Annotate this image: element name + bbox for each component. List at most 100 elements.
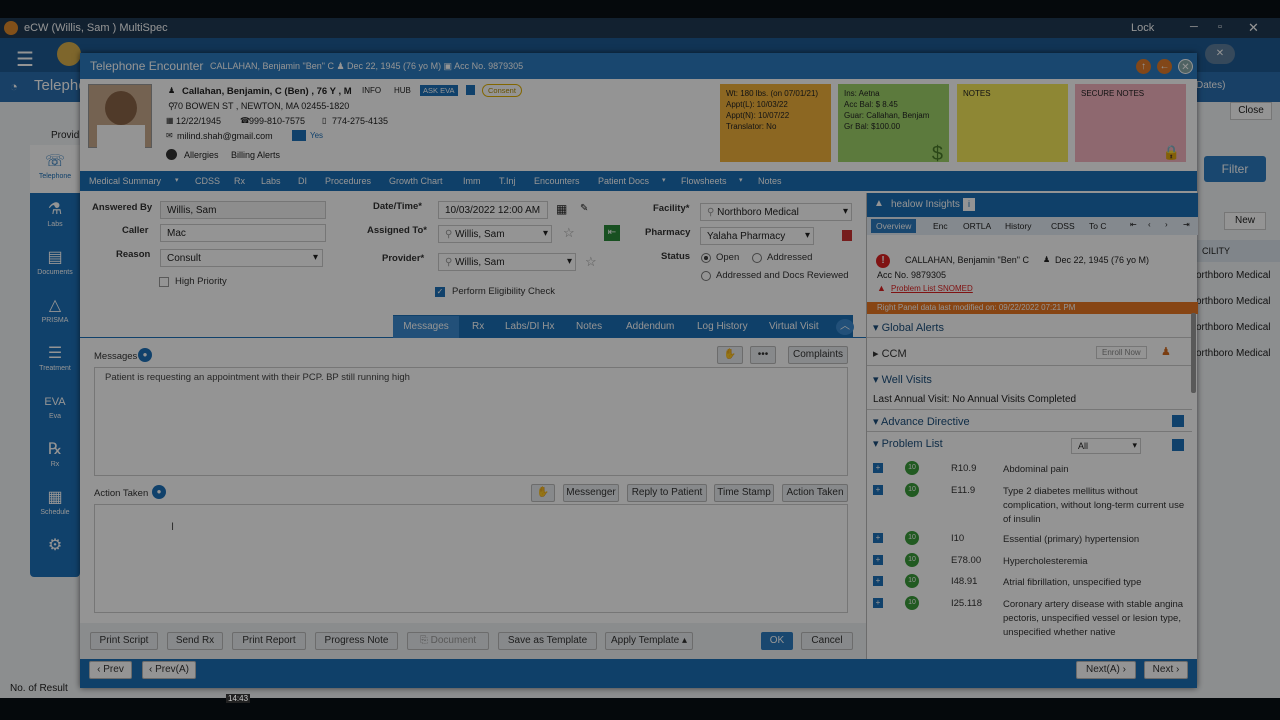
more-options-icon[interactable]: ••• xyxy=(750,346,776,364)
status-docs-radio[interactable] xyxy=(701,271,711,281)
time-stamp-button[interactable]: Time Stamp xyxy=(714,484,774,502)
chevron-down-icon[interactable]: ▾ xyxy=(662,176,666,184)
next-button[interactable]: Next › xyxy=(1144,661,1188,679)
window-close-icon[interactable]: ✕ xyxy=(1248,20,1259,36)
patient-phone-2[interactable]: 774-275-4135 xyxy=(332,116,388,126)
send-rx-button[interactable]: Send Rx xyxy=(167,632,223,650)
tab-flowsheets[interactable]: Flowsheets xyxy=(681,176,727,186)
info-link[interactable]: INFO xyxy=(362,86,381,95)
well-visits-header[interactable]: ▾ Well Visits xyxy=(873,373,932,386)
tab-cdss[interactable]: CDSS xyxy=(195,176,220,186)
lock-link[interactable]: Lock xyxy=(1131,22,1154,34)
answered-by-field[interactable]: Willis, Sam xyxy=(160,201,326,219)
next-page-icon[interactable]: › xyxy=(1165,220,1168,229)
tab-medical-summary[interactable]: Medical Summary xyxy=(89,176,161,186)
provider-select[interactable]: ⚲ Willis, Sam ▾ xyxy=(438,253,576,271)
expand-icon[interactable]: + xyxy=(873,598,883,608)
bg-close-button[interactable]: Close xyxy=(1230,102,1272,120)
nav-labs[interactable]: ⚗ Labs xyxy=(30,193,80,241)
edit-pencil-icon[interactable]: ✎ xyxy=(580,203,588,214)
global-alerts-header[interactable]: ▾ Global Alerts xyxy=(873,321,944,334)
billing-alerts-link[interactable]: Billing Alerts xyxy=(231,150,280,160)
pharmacy-select[interactable]: Yalaha Pharmacy ▾ xyxy=(700,227,814,245)
insights-tab-overview[interactable]: Overview xyxy=(871,219,917,233)
maximize-icon[interactable]: ▫ xyxy=(1218,21,1222,33)
favorite-star-icon[interactable]: ☆ xyxy=(563,225,575,241)
print-report-button[interactable]: Print Report xyxy=(232,632,306,650)
insights-tab-history[interactable]: History xyxy=(1005,221,1031,231)
tab-di[interactable]: DI xyxy=(298,176,307,186)
collapse-up-icon[interactable]: ︿ xyxy=(836,319,854,335)
apply-template-button[interactable]: Apply Template ▴ xyxy=(605,632,693,650)
assign-arrow-icon[interactable]: ⇤ xyxy=(604,225,620,241)
table-row[interactable]: orthboro Medical xyxy=(1196,270,1280,296)
first-page-icon[interactable]: ⇤ xyxy=(1130,220,1137,229)
ccm-header[interactable]: ▸ CCM xyxy=(873,347,907,360)
problem-filter-select[interactable]: All ▾ xyxy=(1071,438,1141,454)
microphone-icon[interactable]: ● xyxy=(152,485,166,499)
add-directive-icon[interactable] xyxy=(1172,415,1184,427)
next-a-button[interactable]: Next(A) › xyxy=(1076,661,1136,679)
tab-encounters[interactable]: Encounters xyxy=(534,176,580,186)
advance-directive-header[interactable]: ▾ Advance Directive xyxy=(873,415,970,428)
table-row[interactable]: orthboro Medical xyxy=(1196,322,1280,348)
facility-select[interactable]: ⚲ Northboro Medical ▾ xyxy=(700,203,852,221)
patient-phone-1[interactable]: 999-810-7575 xyxy=(249,116,305,126)
help-icon[interactable] xyxy=(466,85,475,95)
tab-tinj[interactable]: T.Inj xyxy=(499,176,516,186)
insights-tab-enc[interactable]: Enc xyxy=(933,221,948,231)
eligibility-checkbox[interactable]: ✓ xyxy=(435,287,445,297)
table-row[interactable]: orthboro Medical xyxy=(1196,348,1280,374)
tab-labs[interactable]: Labs xyxy=(261,176,281,186)
nav-documents[interactable]: ▤ Documents xyxy=(30,241,80,289)
subtab-notes[interactable]: Notes xyxy=(576,316,602,338)
expand-icon[interactable]: + xyxy=(873,576,883,586)
hand-icon[interactable]: ✋ xyxy=(531,484,555,502)
prev-button[interactable]: ‹ Prev xyxy=(89,661,132,679)
chevron-down-icon[interactable]: ▾ xyxy=(175,176,179,184)
calendar-icon[interactable]: ▦ xyxy=(556,202,567,216)
messenger-button[interactable]: Messenger xyxy=(563,484,619,502)
expand-icon[interactable]: + xyxy=(873,463,883,473)
high-priority-checkbox[interactable] xyxy=(159,277,169,287)
last-page-icon[interactable]: ⇥ xyxy=(1183,220,1190,229)
print-script-button[interactable]: Print Script xyxy=(90,632,158,650)
back-arrow-icon[interactable]: ← xyxy=(1157,59,1172,74)
tab-procedures[interactable]: Procedures xyxy=(325,176,371,186)
save-as-template-button[interactable]: Save as Template xyxy=(498,632,597,650)
subtab-rx[interactable]: Rx xyxy=(472,316,484,338)
close-top-icon[interactable]: ✕ xyxy=(1205,44,1235,64)
insurance-card[interactable]: Ins: Aetna Acc Bal: $ 8.45 Guar: Callaha… xyxy=(838,84,949,164)
chat-icon[interactable] xyxy=(292,130,306,141)
expand-icon[interactable]: + xyxy=(873,485,883,495)
snomed-link[interactable]: Problem List SNOMED xyxy=(891,284,973,293)
subtab-labs-di-hx[interactable]: Labs/DI Hx xyxy=(505,316,554,338)
ask-eva-button[interactable]: ASK EVA xyxy=(420,85,458,96)
tab-rx[interactable]: Rx xyxy=(234,176,245,186)
nav-eva[interactable]: EVA Eva xyxy=(30,385,80,433)
reason-select[interactable]: Consult ▾ xyxy=(160,249,323,267)
enroll-now-button[interactable]: Enroll Now xyxy=(1096,346,1147,359)
datetime-field[interactable]: 10/03/2022 12:00 AM xyxy=(438,201,548,219)
prev-page-icon[interactable]: ‹ xyxy=(1148,220,1151,229)
hub-link[interactable]: HUB xyxy=(394,86,411,95)
hand-icon[interactable]: ✋ xyxy=(717,346,743,364)
nav-schedule[interactable]: ▦ Schedule xyxy=(30,481,80,529)
document-button[interactable]: ⎘ Document xyxy=(407,632,489,650)
problem-list-header[interactable]: ▾ Problem List xyxy=(873,437,943,450)
secure-notes-card[interactable]: SECURE NOTES 🔒 xyxy=(1075,84,1186,162)
notes-card[interactable]: NOTES xyxy=(957,84,1068,162)
nav-settings[interactable]: ⚙ xyxy=(30,529,80,577)
up-arrow-icon[interactable]: ↑ xyxy=(1136,59,1151,74)
filter-button[interactable]: Filter xyxy=(1204,156,1266,182)
new-button[interactable]: New xyxy=(1224,212,1266,230)
add-problem-icon[interactable] xyxy=(1172,439,1184,451)
nav-prisma[interactable]: △ PRISMA xyxy=(30,289,80,337)
chevron-down-icon[interactable]: ▾ xyxy=(739,176,743,184)
nav-rx[interactable]: ℞ Rx xyxy=(30,433,80,481)
messages-textarea[interactable]: Patient is requesting an appointment wit… xyxy=(94,367,848,476)
minimize-icon[interactable]: ─ xyxy=(1190,21,1198,33)
patient-name[interactable]: Callahan, Benjamin, C (Ben) , 76 Y , M xyxy=(182,86,352,97)
action-taken-button[interactable]: Action Taken xyxy=(782,484,848,502)
subtab-addendum[interactable]: Addendum xyxy=(626,316,674,338)
